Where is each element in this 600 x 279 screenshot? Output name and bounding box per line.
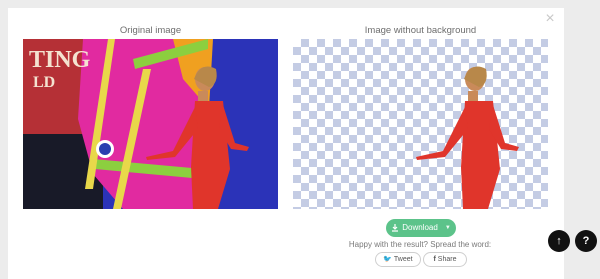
share-button[interactable]: f Share (423, 252, 467, 267)
twitter-icon: 🐦 (383, 256, 393, 263)
result-image-title: Image without background (364, 25, 477, 36)
download-icon (392, 224, 399, 232)
share-prompt: Happy with the result? Spread the word: (348, 240, 492, 249)
scroll-to-top-button[interactable]: ↑ (548, 230, 570, 252)
original-image-title: Original image (119, 25, 182, 36)
question-icon: ? (582, 235, 590, 247)
tweet-label: Tweet (393, 256, 413, 263)
cutout-person-graphic (416, 66, 519, 209)
download-button[interactable]: Download ▼ (386, 219, 456, 237)
facebook-icon: f (433, 256, 436, 263)
original-photo-graphic: TING LD (23, 39, 278, 209)
download-label: Download (402, 223, 438, 232)
original-image: TING LD (23, 39, 278, 209)
sign-text-line2: LD (33, 74, 55, 91)
result-image (293, 39, 548, 209)
chevron-down-icon[interactable]: ▼ (445, 219, 451, 237)
share-label: Share (437, 256, 457, 263)
help-button[interactable]: ? (575, 230, 597, 252)
close-icon[interactable]: × (543, 11, 557, 27)
sign-text-line1: TING (29, 47, 91, 73)
tweet-button[interactable]: 🐦 Tweet (375, 252, 421, 267)
arrow-up-icon: ↑ (556, 235, 562, 247)
